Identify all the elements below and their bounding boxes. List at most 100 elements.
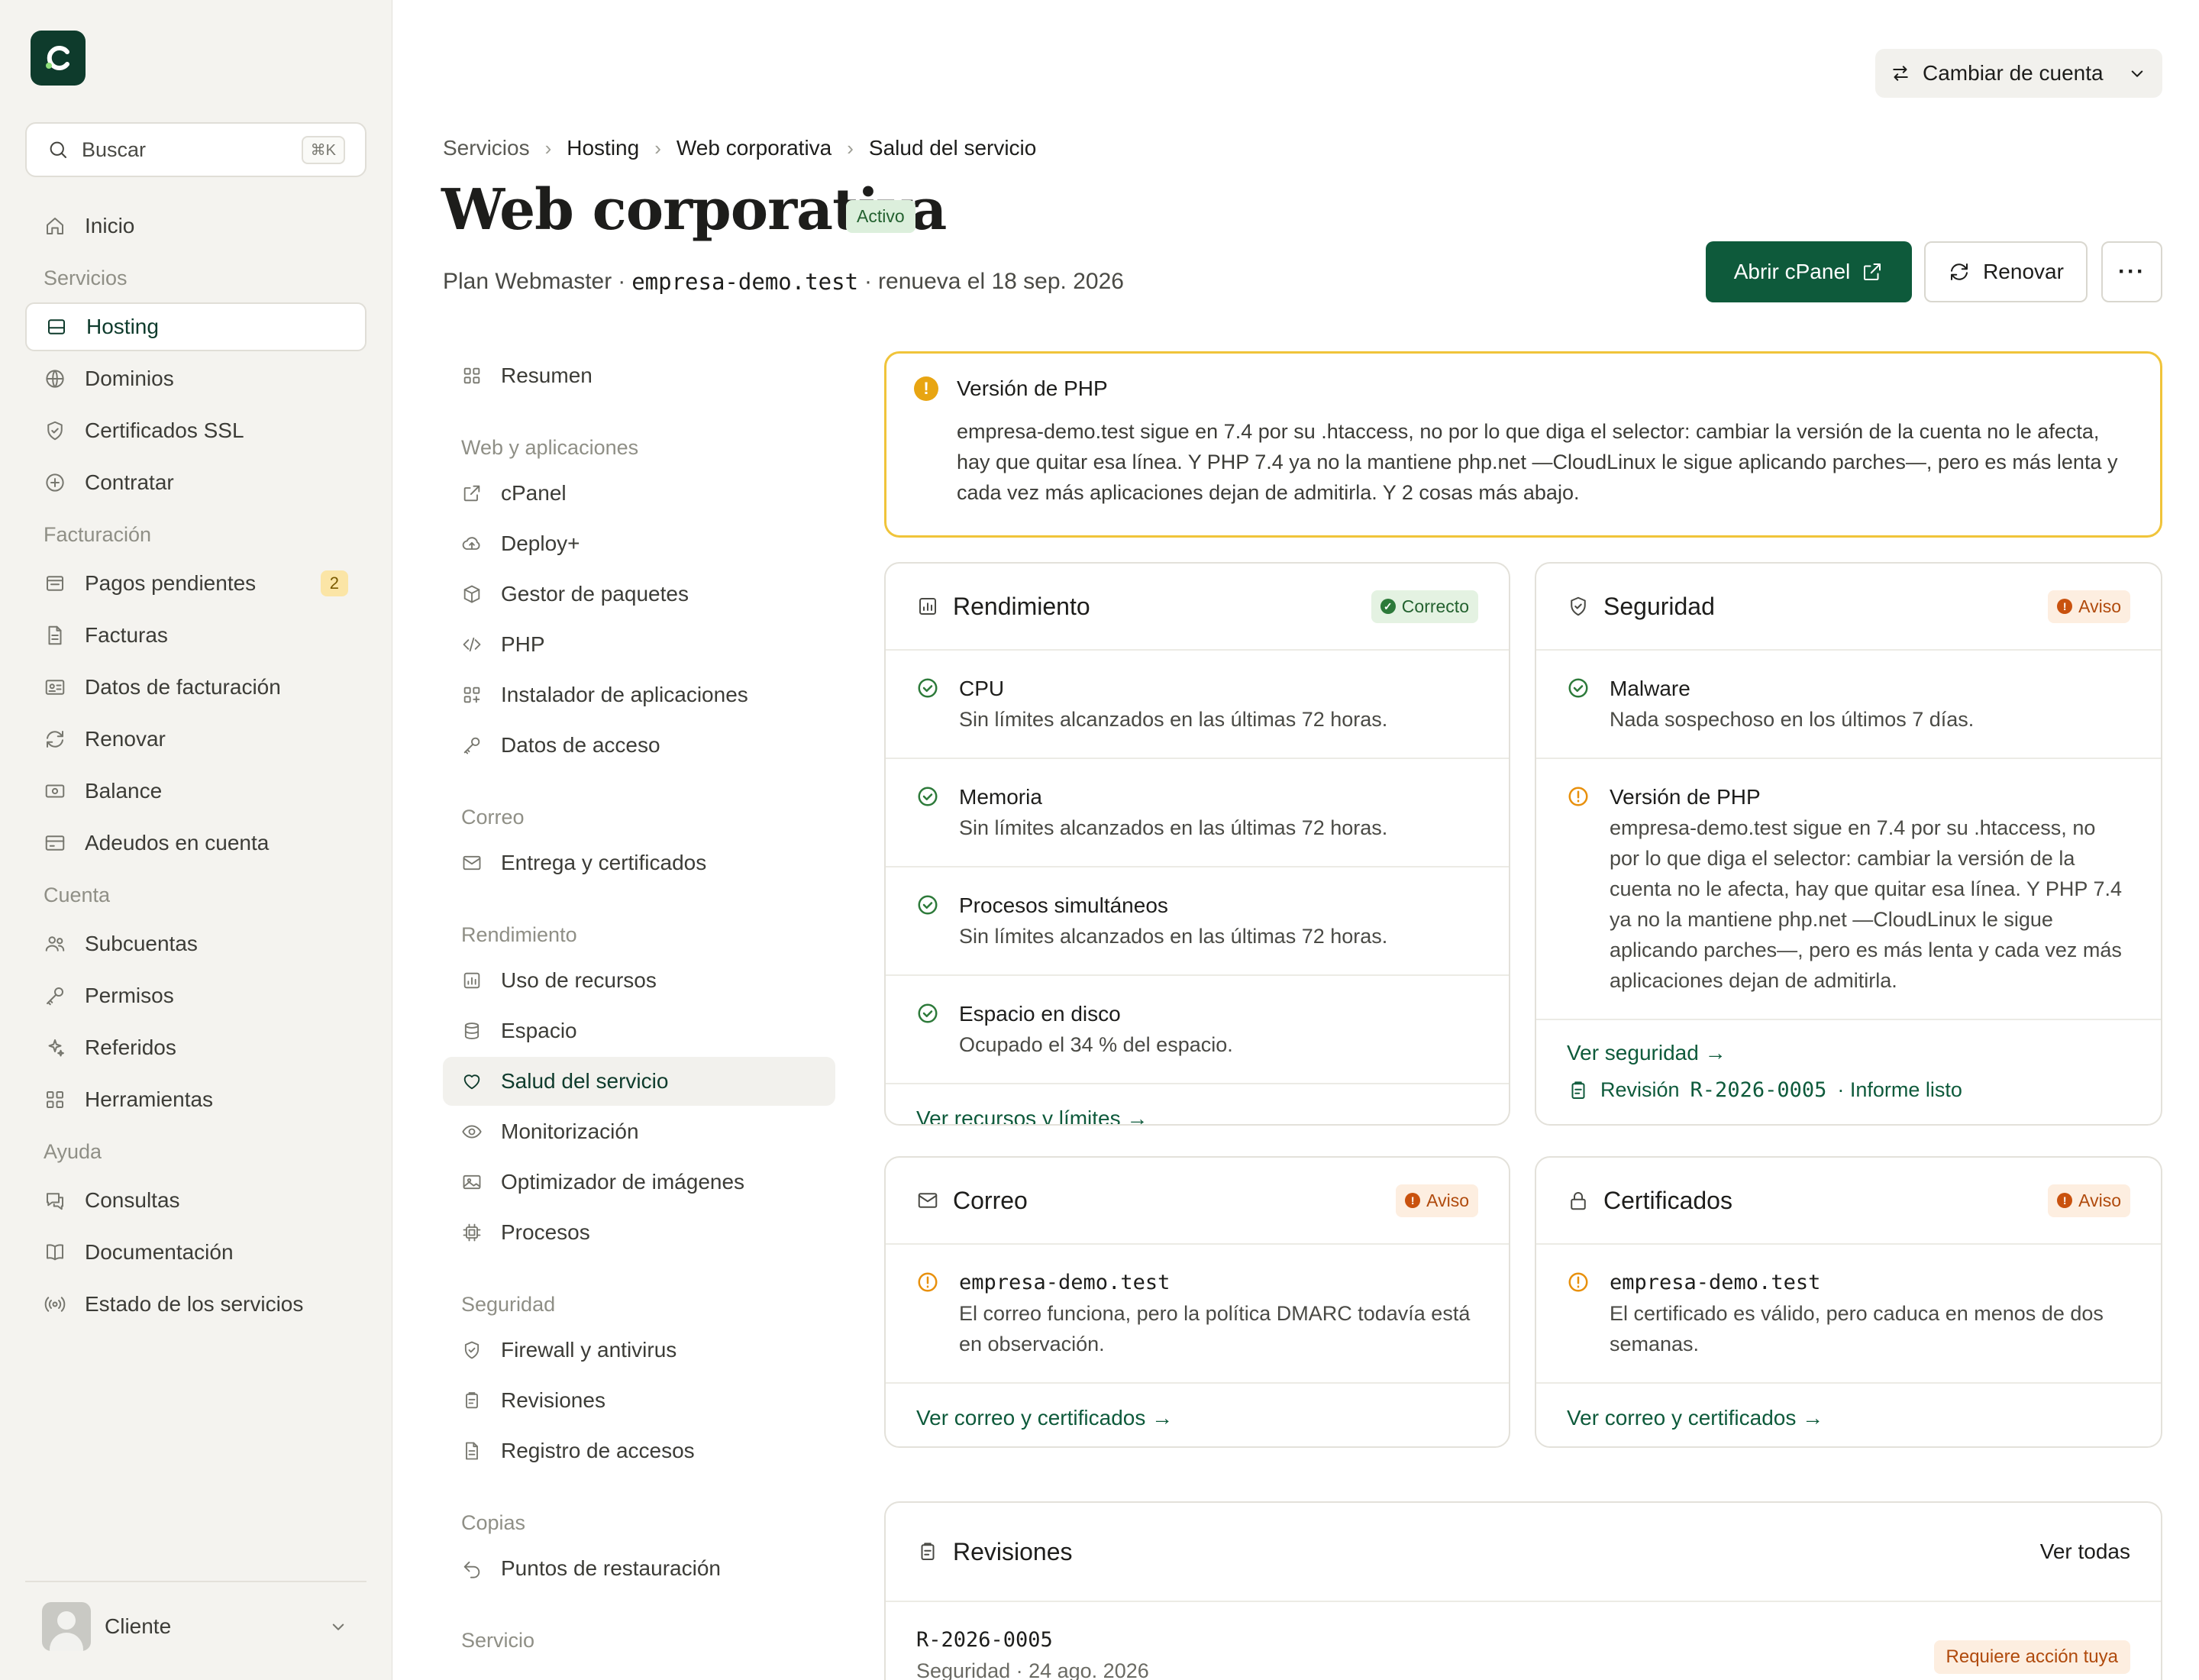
subnav-item-puntos-de-restauracion[interactable]: Puntos de restauración: [443, 1544, 835, 1593]
mail-icon: [461, 852, 483, 874]
sidebar-item-inicio[interactable]: Inicio: [25, 202, 366, 250]
row-desc: El correo funciona, pero la política DMA…: [959, 1302, 1471, 1355]
subnav-item-php[interactable]: PHP: [443, 620, 835, 669]
view-certs-link[interactable]: Ver correo y certificados →: [1536, 1384, 2161, 1446]
view-mail-link[interactable]: Ver correo y certificados →: [886, 1384, 1509, 1446]
certificates-card: Certificados ! Aviso empresa-demo.test El …: [1535, 1156, 2162, 1448]
check-circle-icon: [916, 677, 939, 699]
breadcrumb-hosting[interactable]: Hosting: [567, 136, 639, 160]
renew-button[interactable]: Renovar: [1924, 241, 2088, 302]
status-label: Aviso: [2078, 596, 2121, 616]
subnav-item-instalador-de-aplicaciones[interactable]: Instalador de aplicaciones: [443, 670, 835, 719]
sidebar-item-label: Dominios: [85, 367, 174, 390]
subnav-item-registro-de-accesos[interactable]: Registro de accesos: [443, 1426, 835, 1475]
sidebar-item-label: Contratar: [85, 470, 174, 494]
sidebar-item-certificados-ssl[interactable]: Certificados SSL: [25, 406, 366, 455]
breadcrumb-servicios[interactable]: Servicios: [443, 136, 530, 160]
subnav-item-cpanel[interactable]: cPanel: [443, 469, 835, 518]
sidebar-item-facturas[interactable]: Facturas: [25, 611, 366, 660]
plan-summary: Plan Webmaster · empresa-demo.test · ren…: [443, 269, 1124, 295]
sidebar-item-estado-de-los-servicios[interactable]: Estado de los servicios: [25, 1280, 366, 1329]
plan-name: Plan Webmaster: [443, 269, 612, 294]
sidebar-item-datos-de-facturacion[interactable]: Datos de facturación: [25, 663, 366, 712]
subnav-item-espacio[interactable]: Espacio: [443, 1006, 835, 1055]
subnav-item-salud-del-servicio[interactable]: Salud del servicio: [443, 1057, 835, 1106]
view-resources-link[interactable]: Ver recursos y límites →: [886, 1084, 1509, 1124]
separator: ·: [618, 269, 626, 294]
sidebar-item-renovar[interactable]: Renovar: [25, 715, 366, 764]
sidebar-item-contratar[interactable]: Contratar: [25, 458, 366, 507]
sidebar-item-pagos-pendientes[interactable]: Pagos pendientes 2: [25, 559, 366, 608]
sidebar-item-referidos[interactable]: Referidos: [25, 1023, 366, 1072]
sidebar-item-documentacion[interactable]: Documentación: [25, 1228, 366, 1277]
view-security-link[interactable]: Ver seguridad →: [1536, 1020, 2161, 1078]
subnav-item-optimizador-de-imagenes[interactable]: Optimizador de imágenes: [443, 1158, 835, 1207]
sidebar-item-hosting[interactable]: Hosting: [25, 302, 366, 351]
view-all-link[interactable]: Ver todas: [2040, 1539, 2130, 1564]
bar-chart-icon: [916, 595, 939, 618]
sidebar-item-subcuentas[interactable]: Subcuentas: [25, 919, 366, 968]
grid-icon: [461, 365, 483, 386]
check-circle-icon: [1567, 677, 1590, 699]
subnav-item-gestor-de-paquetes[interactable]: Gestor de paquetes: [443, 570, 835, 619]
subnav-item-revisiones[interactable]: Revisiones: [443, 1376, 835, 1425]
sidebar-item-label: Renovar: [85, 727, 166, 751]
row-desc: El certificado es válido, pero caduca en…: [1610, 1302, 2104, 1355]
card-title: Certificados: [1603, 1186, 1732, 1214]
switch-account-button[interactable]: Cambiar de cuenta: [1875, 49, 2162, 98]
breadcrumb-web-corporativa[interactable]: Web corporativa: [676, 136, 831, 160]
sidebar-item-permisos[interactable]: Permisos: [25, 971, 366, 1020]
sidebar-item-balance[interactable]: Balance: [25, 767, 366, 816]
subnav-item-monitorizacion[interactable]: Monitorización: [443, 1107, 835, 1156]
search-box[interactable]: Buscar ⌘K: [25, 122, 366, 177]
row-title: CPU: [959, 677, 1005, 700]
mail-card: Correo ! Aviso empresa-demo.test El correo…: [884, 1156, 1510, 1448]
search-label: Buscar: [82, 137, 147, 161]
swap-icon: [1889, 62, 1912, 85]
warning-icon: !: [2057, 1193, 2073, 1208]
user-menu[interactable]: Cliente: [25, 1596, 366, 1657]
performance-card: Rendimiento ✓ Correcto CPU Sin límites alc…: [884, 562, 1510, 1126]
subnav-item-label: Registro de accesos: [501, 1439, 695, 1462]
cloud-upload-icon: [461, 533, 483, 554]
check-row-malware: Malware Nada sospechoso en los últimos 7 …: [1536, 651, 2161, 759]
alert-body: empresa-demo.test sigue en 7.4 por su .h…: [957, 420, 2118, 504]
review-link[interactable]: Revisión R-2026-0005 · Informe listo: [1536, 1078, 2161, 1102]
refresh-icon: [1948, 260, 1971, 283]
subnav-item-entrega-y-certificados[interactable]: Entrega y certificados: [443, 838, 835, 887]
subnav-item-resumen[interactable]: Resumen: [443, 351, 835, 400]
sidebar-item-herramientas[interactable]: Herramientas: [25, 1075, 366, 1124]
service-subnav: Resumen Web y aplicaciones cPanel Deploy+ Ge…: [443, 351, 835, 1662]
nav-section-cuenta: Cuenta: [44, 883, 111, 906]
sidebar-item-label: Datos de facturación: [85, 675, 281, 699]
server-icon: [45, 315, 68, 338]
sidebar-item-dominios[interactable]: Dominios: [25, 354, 366, 403]
sidebar-item-label: Subcuentas: [85, 932, 198, 955]
subnav-item-label: Gestor de paquetes: [501, 582, 689, 606]
cpu-icon: [461, 1222, 483, 1243]
status-badge: ! Aviso: [2048, 590, 2130, 623]
subnav-section-correo: Correo: [461, 806, 525, 829]
card-title: Revisiones: [953, 1537, 1073, 1565]
domain-name: empresa-demo.test: [631, 269, 859, 295]
subnav-item-procesos[interactable]: Procesos: [443, 1208, 835, 1257]
open-cpanel-button[interactable]: Abrir cPanel: [1706, 241, 1912, 302]
globe-icon: [44, 367, 66, 390]
sidebar-item-label: Facturas: [85, 623, 168, 647]
sidebar-item-adeudos-en-cuenta[interactable]: Adeudos en cuenta: [25, 819, 366, 867]
subnav-item-label: Entrega y certificados: [501, 851, 707, 874]
more-options-button[interactable]: ···: [2101, 241, 2162, 302]
sidebar-item-consultas[interactable]: Consultas: [25, 1176, 366, 1225]
subnav-item-deploy[interactable]: Deploy+: [443, 519, 835, 568]
subnav-item-uso-de-recursos[interactable]: Uso de recursos: [443, 956, 835, 1005]
app-logo[interactable]: [31, 31, 86, 86]
bar-chart-icon: [461, 970, 483, 991]
review-row[interactable]: R-2026-0005 Seguridad · 24 ago. 2026 Req…: [886, 1602, 2161, 1680]
check-row-php: Versión de PHP empresa-demo.test sigue en…: [1536, 759, 2161, 1020]
subnav-item-firewall-y-antivirus[interactable]: Firewall y antivirus: [443, 1326, 835, 1375]
subnav-item-datos-de-acceso[interactable]: Datos de acceso: [443, 721, 835, 770]
sidebar-item-label: Documentación: [85, 1240, 234, 1264]
php-version-alert: ! Versión de PHP empresa-demo.test sigue…: [884, 351, 2162, 538]
sidebar-item-label: Hosting: [86, 315, 159, 338]
subnav-item-label: cPanel: [501, 481, 567, 505]
